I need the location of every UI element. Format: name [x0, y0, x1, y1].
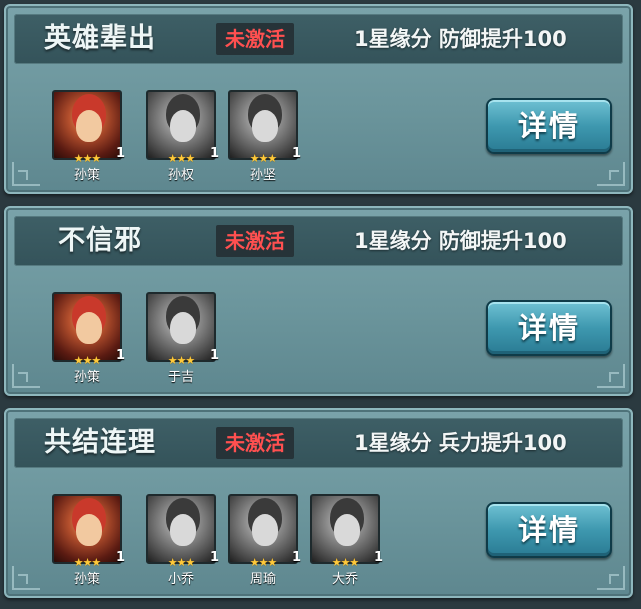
- details-button[interactable]: 详情: [486, 502, 612, 558]
- hero-slot[interactable]: ★★★ 1 孙策: [52, 90, 126, 183]
- details-button[interactable]: 详情: [486, 300, 612, 356]
- corner-ornament-icon: [597, 162, 625, 186]
- hero-name: 于吉: [167, 370, 194, 385]
- bond-header: 共结连理 未激活 1星缘分 兵力提升100: [14, 418, 623, 468]
- corner-ornament-icon: [12, 566, 40, 590]
- hero-name: 孙策: [73, 370, 100, 385]
- hero-portrait[interactable]: [52, 494, 122, 564]
- status-badge: 未激活: [216, 23, 294, 55]
- hero-name: 孙策: [73, 572, 100, 587]
- hero-slot[interactable]: ★★★ 1 于吉: [146, 292, 220, 385]
- hero-name: 孙坚: [249, 168, 276, 183]
- hero-portrait[interactable]: [228, 494, 298, 564]
- corner-ornament-icon: [12, 162, 40, 186]
- hero-slot[interactable]: ★★★ 1 孙坚: [228, 90, 302, 183]
- corner-ornament-icon: [597, 364, 625, 388]
- hero-level: 1: [116, 348, 126, 363]
- bond-title: 共结连理: [44, 427, 156, 458]
- hero-portrait[interactable]: [228, 90, 298, 160]
- hero-slot[interactable]: ★★★ 1 大乔: [310, 494, 384, 587]
- bond-title: 不信邪: [58, 225, 142, 256]
- hero-slot[interactable]: ★★★ 1 周瑜: [228, 494, 302, 587]
- bond-card: 共结连理 未激活 1星缘分 兵力提升100 ★★★ 1 孙策 ★★★ 1 小乔 …: [4, 408, 633, 598]
- status-badge: 未激活: [216, 225, 294, 257]
- hero-name: 小乔: [167, 572, 194, 587]
- status-badge: 未激活: [216, 427, 294, 459]
- bond-title: 英雄辈出: [44, 23, 156, 54]
- hero-level: 1: [210, 550, 220, 565]
- hero-level: 1: [210, 146, 220, 161]
- hero-name: 孙策: [73, 168, 100, 183]
- hero-portrait[interactable]: [146, 494, 216, 564]
- hero-slot[interactable]: ★★★ 1 孙策: [52, 292, 126, 385]
- hero-name: 周瑜: [249, 572, 276, 587]
- hero-portrait[interactable]: [146, 90, 216, 160]
- hero-name: 大乔: [331, 572, 358, 587]
- hero-level: 1: [292, 146, 302, 161]
- hero-level: 1: [210, 348, 220, 363]
- hero-level: 1: [116, 146, 126, 161]
- corner-ornament-icon: [597, 566, 625, 590]
- hero-slot[interactable]: ★★★ 1 孙权: [146, 90, 220, 183]
- bond-bonus: 1星缘分 兵力提升100: [354, 431, 567, 455]
- hero-portrait[interactable]: [146, 292, 216, 362]
- bond-card: 英雄辈出 未激活 1星缘分 防御提升100 ★★★ 1 孙策 ★★★ 1 孙权 …: [4, 4, 633, 194]
- hero-portrait[interactable]: [52, 90, 122, 160]
- bond-header: 英雄辈出 未激活 1星缘分 防御提升100: [14, 14, 623, 64]
- bond-list: 英雄辈出 未激活 1星缘分 防御提升100 ★★★ 1 孙策 ★★★ 1 孙权 …: [0, 0, 641, 609]
- hero-slot[interactable]: ★★★ 1 孙策: [52, 494, 126, 587]
- bond-bonus: 1星缘分 防御提升100: [354, 229, 567, 253]
- hero-portrait[interactable]: [52, 292, 122, 362]
- hero-level: 1: [116, 550, 126, 565]
- details-button[interactable]: 详情: [486, 98, 612, 154]
- hero-level: 1: [292, 550, 302, 565]
- bond-bonus: 1星缘分 防御提升100: [354, 27, 567, 51]
- hero-name: 孙权: [167, 168, 194, 183]
- bond-header: 不信邪 未激活 1星缘分 防御提升100: [14, 216, 623, 266]
- bond-card: 不信邪 未激活 1星缘分 防御提升100 ★★★ 1 孙策 ★★★ 1 于吉 详…: [4, 206, 633, 396]
- hero-slot[interactable]: ★★★ 1 小乔: [146, 494, 220, 587]
- corner-ornament-icon: [12, 364, 40, 388]
- hero-level: 1: [374, 550, 384, 565]
- hero-portrait[interactable]: [310, 494, 380, 564]
